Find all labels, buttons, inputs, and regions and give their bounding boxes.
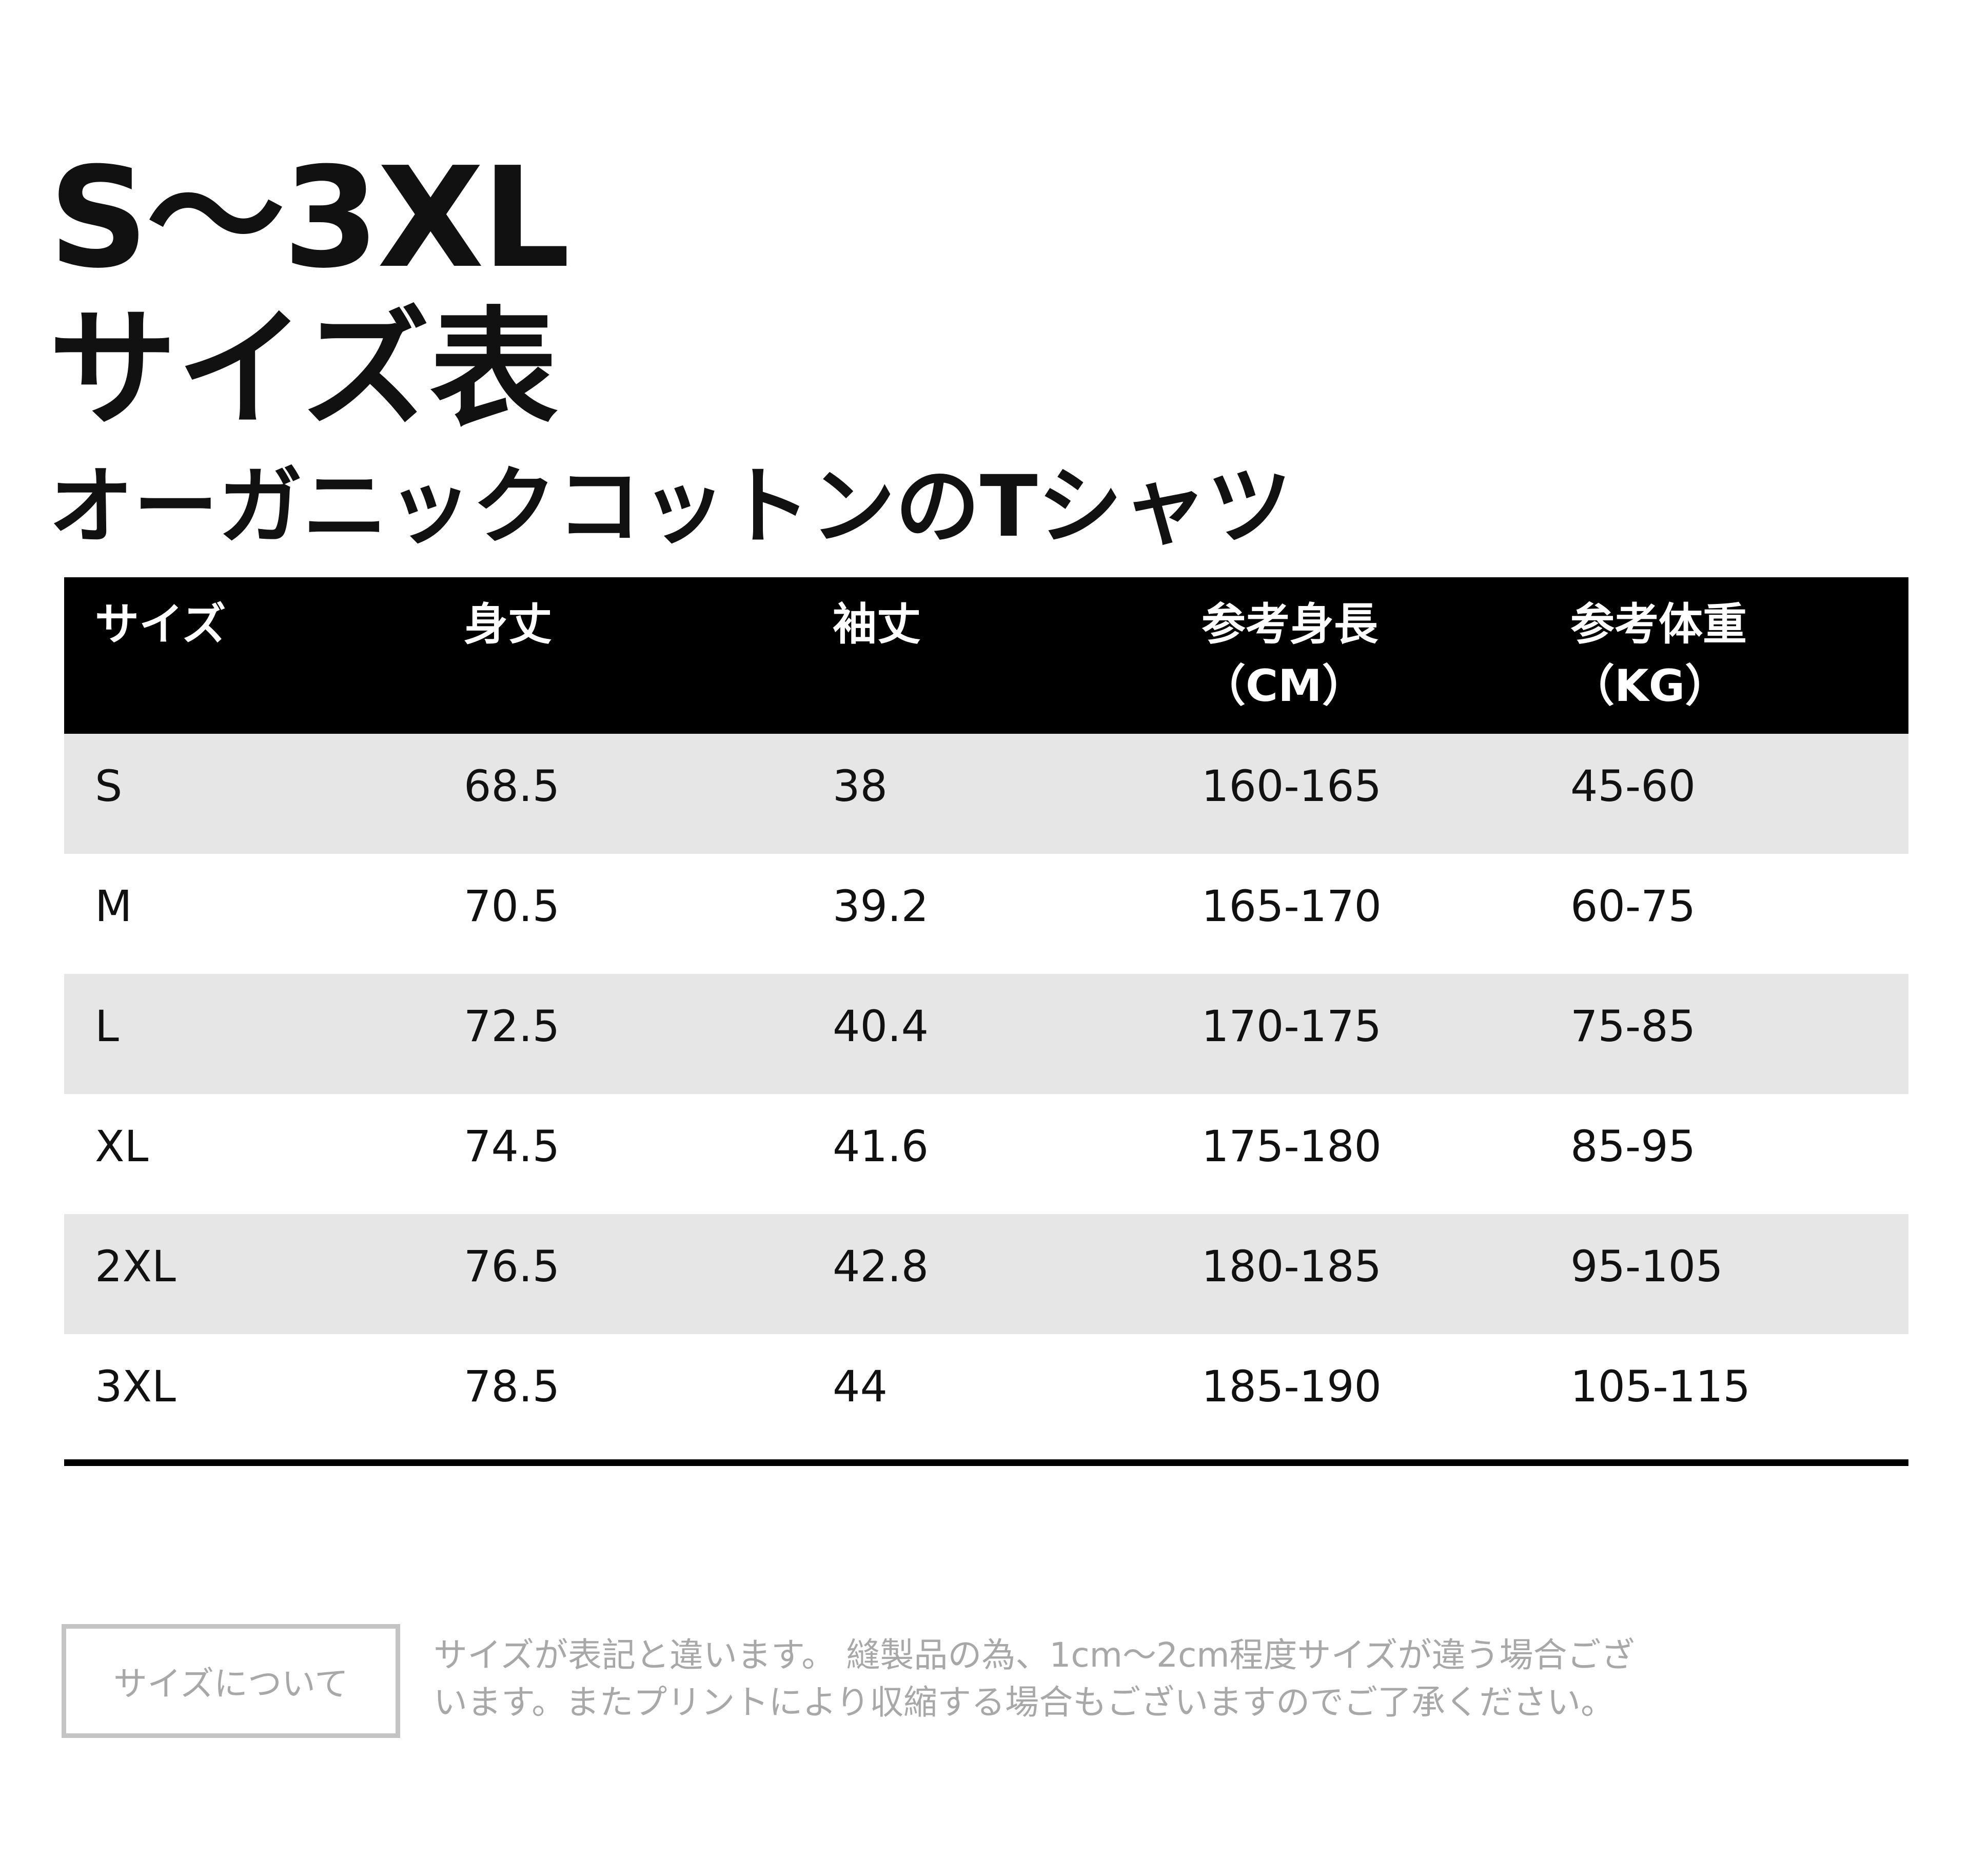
cell-body-length: 78.5 [464, 1361, 560, 1412]
size-note: サイズが表記と違います。 縫製品の為、1cm～2cm程度サイズが違う場合ござ い… [434, 1632, 1870, 1726]
header-sleeve-length-label: 袖丈 [833, 599, 921, 650]
table-row: 3XL 78.5 44 185-190 105-115 [64, 1334, 1908, 1454]
cell-body-length: 68.5 [464, 761, 560, 811]
cell-ref-weight: 105-115 [1570, 1361, 1750, 1412]
header-body-length-label: 身丈 [464, 599, 552, 650]
title-size-chart: サイズ表 [49, 295, 558, 444]
table-bottom-rule [64, 1459, 1908, 1466]
cell-body-length: 76.5 [464, 1241, 560, 1292]
cell-sleeve-length: 40.4 [833, 1001, 929, 1051]
header-ref-height-unit: （CM） [1202, 660, 1366, 712]
page: { "title": { "line1": "S～3XL", "line2": … [0, 0, 1969, 1876]
header-ref-weight: 参考体重 （KG） [1540, 577, 1908, 734]
cell-size: XL [95, 1121, 149, 1171]
table-row: L 72.5 40.4 170-175 75-85 [64, 974, 1908, 1094]
cell-body-length: 74.5 [464, 1121, 560, 1171]
cell-ref-weight: 60-75 [1570, 881, 1696, 931]
size-note-line2: います。またプリントにより収縮する場合もございますのでご了承ください。 [434, 1683, 1615, 1722]
header-size: サイズ [64, 577, 433, 734]
cell-size: S [95, 761, 123, 811]
cell-ref-weight: 85-95 [1570, 1121, 1696, 1171]
header-ref-height: 参考身長 （CM） [1171, 577, 1540, 734]
size-table: サイズ 身丈 袖丈 参考身長 （CM） 参考体重 （KG） S 68.5 38 … [64, 577, 1908, 1466]
size-note-line1: サイズが表記と違います。 縫製品の為、1cm～2cm程度サイズが違う場合ござ [434, 1635, 1635, 1675]
table-header-row: サイズ 身丈 袖丈 参考身長 （CM） 参考体重 （KG） [64, 577, 1908, 734]
header-size-label: サイズ [95, 599, 226, 650]
table-row: S 68.5 38 160-165 45-60 [64, 734, 1908, 854]
cell-sleeve-length: 44 [833, 1361, 888, 1412]
cell-ref-height: 170-175 [1202, 1001, 1382, 1051]
cell-sleeve-length: 42.8 [833, 1241, 929, 1292]
cell-sleeve-length: 39.2 [833, 881, 929, 931]
cell-size: L [95, 1001, 119, 1051]
title-size-range: S～3XL [49, 137, 570, 299]
cell-size: 3XL [95, 1361, 176, 1412]
about-size-box: サイズについて [62, 1624, 400, 1738]
header-sleeve-length: 袖丈 [802, 577, 1171, 734]
cell-ref-height: 160-165 [1202, 761, 1382, 811]
cell-size: 2XL [95, 1241, 176, 1292]
table-row: 2XL 76.5 42.8 180-185 95-105 [64, 1214, 1908, 1334]
cell-body-length: 70.5 [464, 881, 560, 931]
cell-ref-height: 165-170 [1202, 881, 1382, 931]
cell-ref-weight: 75-85 [1570, 1001, 1696, 1051]
cell-sleeve-length: 41.6 [833, 1121, 929, 1171]
header-ref-weight-label: 参考体重 [1570, 599, 1747, 650]
cell-ref-weight: 45-60 [1570, 761, 1696, 811]
header-ref-height-label: 参考身長 [1202, 599, 1378, 650]
cell-size: M [95, 881, 132, 931]
table-row: XL 74.5 41.6 175-180 85-95 [64, 1094, 1908, 1214]
table-row: M 70.5 39.2 165-170 60-75 [64, 854, 1908, 974]
cell-ref-weight: 95-105 [1570, 1241, 1723, 1292]
product-subtitle: オーガニックコットンのTシャツ [49, 457, 1292, 556]
cell-ref-height: 180-185 [1202, 1241, 1382, 1292]
header-ref-weight-unit: （KG） [1570, 660, 1729, 712]
cell-ref-height: 175-180 [1202, 1121, 1382, 1171]
cell-body-length: 72.5 [464, 1001, 560, 1051]
cell-sleeve-length: 38 [833, 761, 888, 811]
header-body-length: 身丈 [433, 577, 802, 734]
cell-ref-height: 185-190 [1202, 1361, 1382, 1412]
